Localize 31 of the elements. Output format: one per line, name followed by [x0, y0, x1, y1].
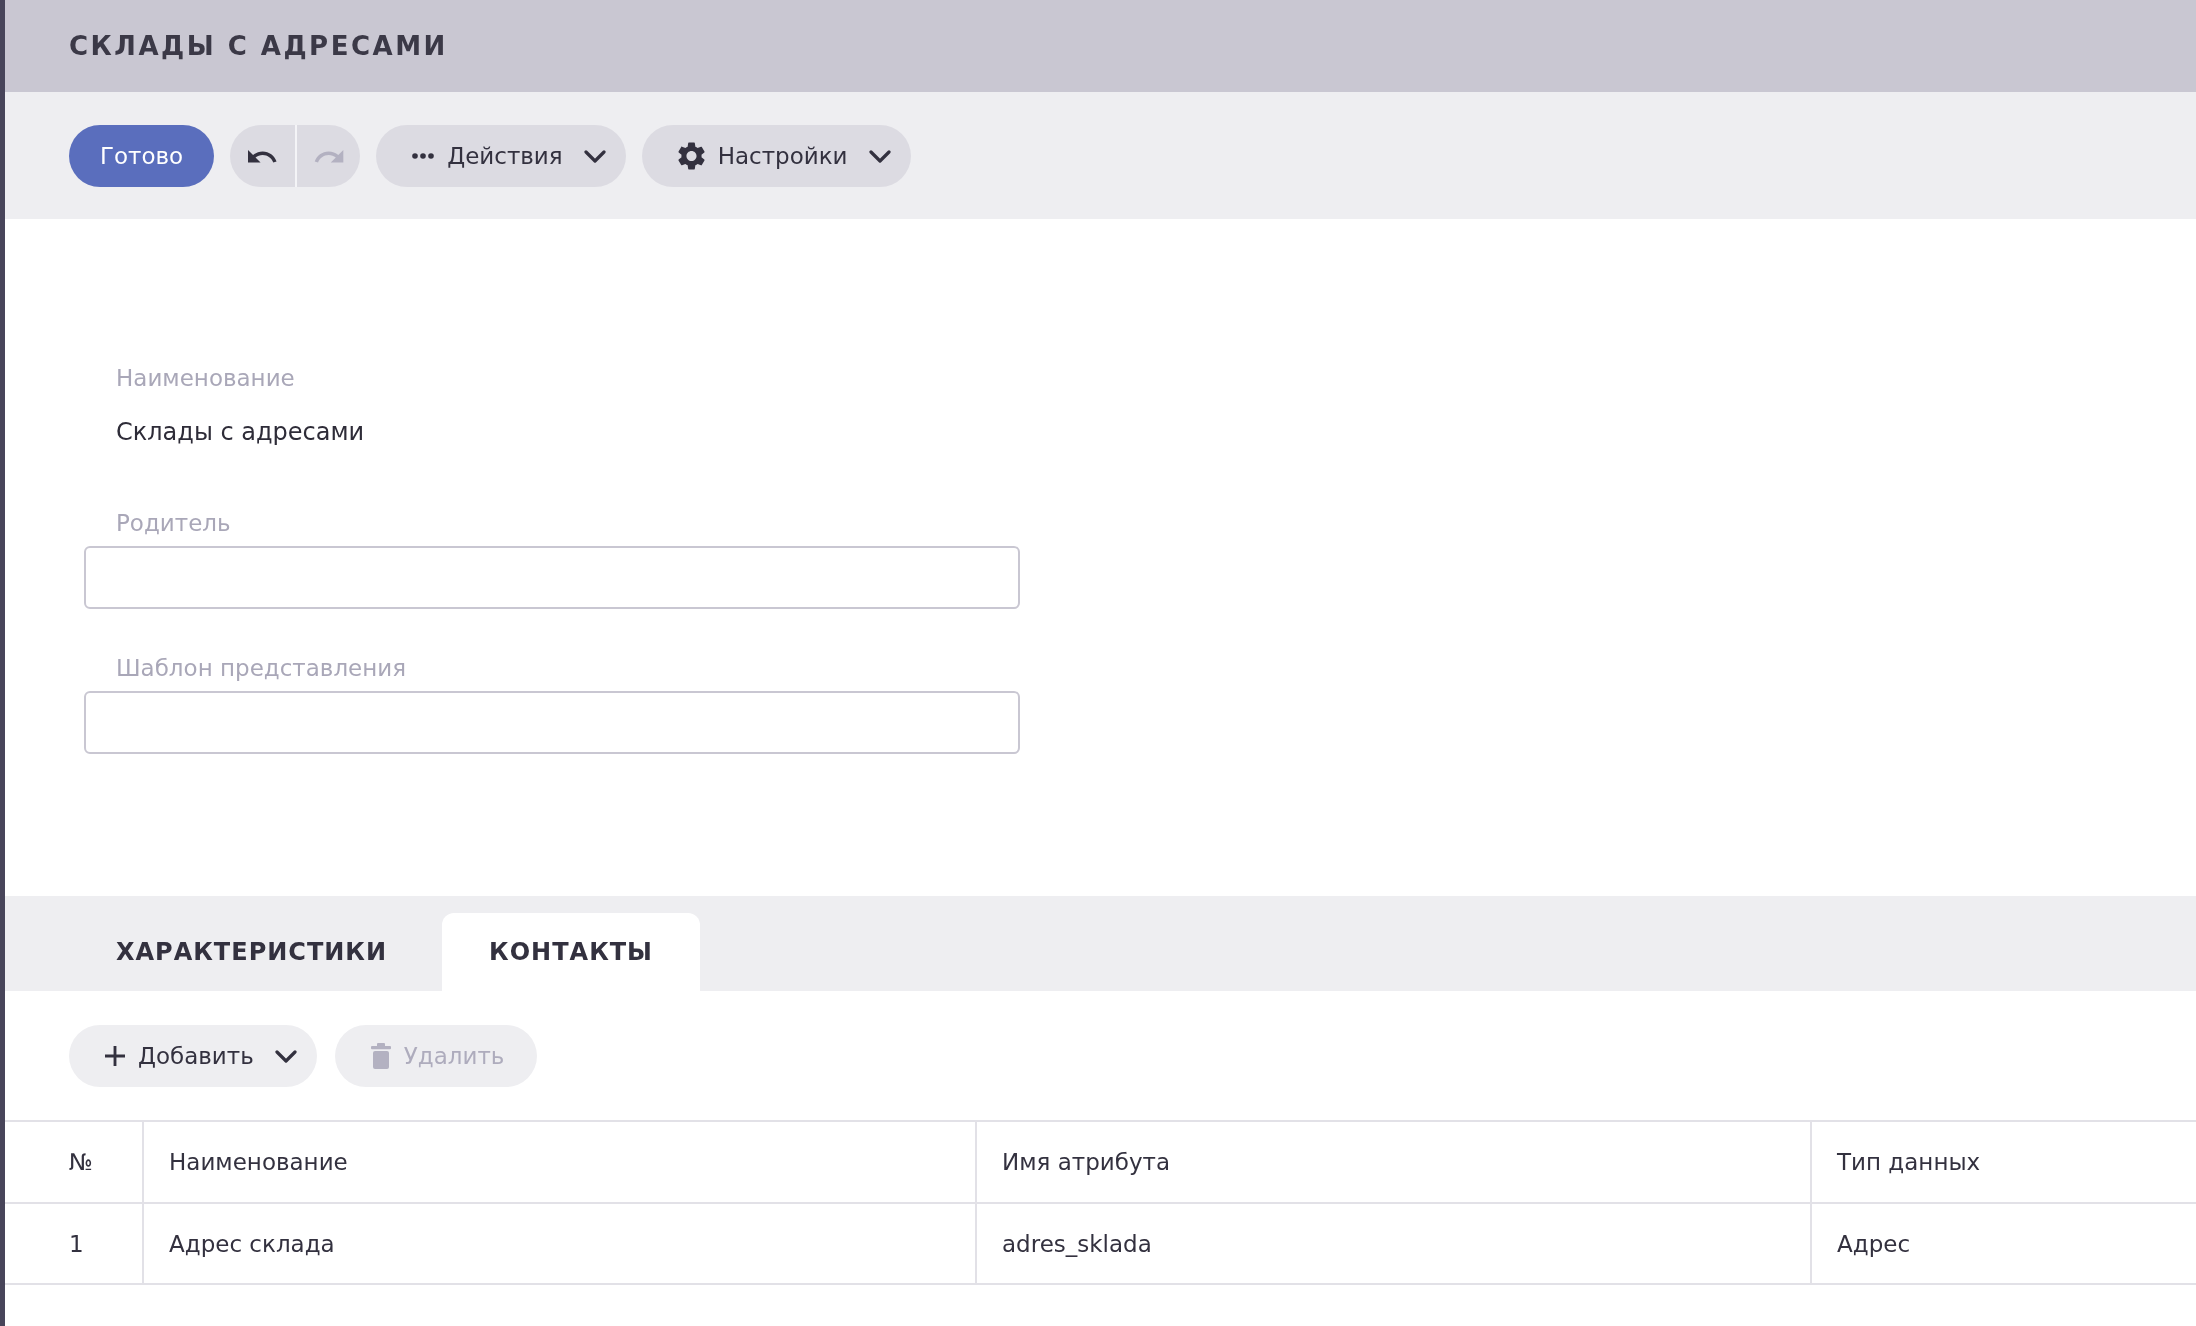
settings-icon — [677, 142, 705, 170]
table-cell: adres_sklada — [976, 1203, 1811, 1284]
table-cell: 1 — [5, 1203, 143, 1284]
redo-icon — [313, 149, 344, 163]
column-header: Тип данных — [1811, 1121, 2196, 1203]
chevron-down-icon — [274, 1049, 297, 1063]
field-label: Наименование — [115, 364, 296, 393]
tab[interactable]: КОНТАКТЫ — [442, 913, 700, 991]
page-title: СКЛАДЫ С АДРЕСАМИ — [69, 31, 448, 61]
plus-icon — [105, 1046, 125, 1066]
column-header: Наименование — [143, 1121, 976, 1203]
trash-icon — [370, 1043, 391, 1069]
tab[interactable]: ХАРАКТЕРИСТИКИ — [69, 913, 435, 991]
column-header: Имя атрибута — [976, 1121, 1811, 1203]
table-cell: Адрес — [1811, 1203, 2196, 1284]
chevron-down-icon — [868, 149, 891, 163]
field-label: Родитель — [115, 509, 232, 538]
table-cell: Адрес склада — [143, 1203, 976, 1284]
settings-button[interactable]: Настройки — [641, 125, 911, 187]
field-value: Склады с адресами — [115, 417, 366, 448]
done-button[interactable]: Готово — [69, 125, 215, 187]
text-input[interactable] — [84, 546, 1020, 609]
add-button[interactable]: Добавить — [69, 1025, 317, 1087]
column-header: № — [5, 1121, 143, 1203]
undo-icon — [247, 149, 278, 163]
undo-button[interactable] — [230, 125, 296, 187]
more-dots-icon — [412, 153, 435, 159]
text-input[interactable] — [84, 691, 1020, 754]
field-label: Шаблон представления — [115, 654, 408, 683]
actions-button[interactable]: Действия — [376, 125, 626, 187]
chevron-down-icon — [583, 149, 606, 163]
